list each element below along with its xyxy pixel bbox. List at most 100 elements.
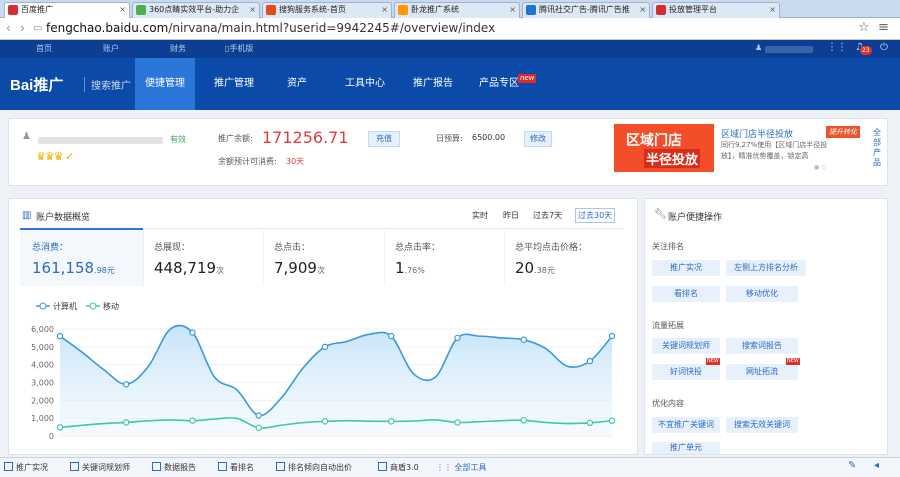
tag-promo-unit[interactable]: 推广单元 [652,442,720,454]
topnav-finance[interactable]: 财务 [170,43,186,54]
stat-tile-clicks[interactable]: 总点击： 7,909次 [263,230,384,286]
browser-tab[interactable]: 百度推广 × [4,2,130,18]
browser-tab[interactable]: 腾讯社交广告-腾讯广告推 × [522,2,650,18]
tab-favicon [526,5,536,15]
baidu-logo[interactable]: Bai推广 [10,74,63,95]
data-point-mobile[interactable] [123,419,130,426]
stat-number: 448,719 [154,259,217,277]
star-icon[interactable]: ☆ [858,20,870,35]
tool-live-view[interactable]: 推广实况 [4,462,48,473]
promo-title[interactable]: 区域门店半径投放 [721,127,793,140]
data-point-desktop[interactable] [520,336,527,343]
data-point-desktop[interactable] [255,412,262,419]
tag-mobile-optimize[interactable]: 移动优化 [726,286,798,302]
chart-legend[interactable]: 计算机 移动 [36,301,119,311]
data-point-desktop[interactable] [586,357,594,365]
tab-close-icon[interactable]: × [381,3,388,17]
tag-keyword-planner[interactable]: 关键词规划师 [652,338,720,354]
stat-value: 1.76% [395,259,425,277]
tool-keyword-planner[interactable]: 关键词规划师 [70,462,130,473]
browser-tab[interactable]: 搜狗服务系统-首页 × [262,2,392,18]
tag-url-expansion[interactable]: 网址拓流 [726,364,798,380]
data-point-mobile[interactable] [520,417,527,424]
all-products-link[interactable]: 全部产品 [873,128,883,168]
tool-view-ranking[interactable]: 看排名 [218,462,254,473]
stat-tile-impressions[interactable]: 总展现： 448,719次 [143,230,263,286]
data-point-mobile[interactable] [454,419,461,426]
data-point-desktop[interactable] [388,332,395,340]
data-point-mobile[interactable] [586,419,594,427]
url-field[interactable]: fengchao.baidu.com/nirvana/main.html?use… [46,21,495,35]
tool-data-report[interactable]: 数据报告 [152,462,196,473]
nav-convenient-manage[interactable]: 便捷管理 [135,58,195,110]
tab-close-icon[interactable]: × [639,3,646,17]
range-realtime[interactable]: 实时 [472,210,488,221]
browser-tab[interactable]: 卧龙推广系统 × [394,2,520,18]
nav-promotion-manage[interactable]: 推广管理 [204,58,264,110]
tag-live-view[interactable]: 推广实况 [652,260,720,276]
tool-all-tools[interactable]: ⋮⋮ 全部工具 [436,462,487,473]
nav-products[interactable]: 产品专区 [469,58,529,110]
range-30days[interactable]: 过去30天 [575,208,616,223]
apps-grid-icon[interactable]: ⋮⋮ [827,42,847,53]
tool-auto-bid[interactable]: 排名倾向自动出价 [276,462,352,473]
topnav-mobile[interactable]: ▯手机版 [225,43,253,54]
promo-desc-line2: 放】，精准优势覆盖，锁定高 [721,152,809,160]
menu-icon[interactable]: ≡ [878,20,889,35]
tool-shield[interactable]: 商盾3.0 [378,462,419,473]
data-point-desktop[interactable] [56,332,64,340]
tag-good-words[interactable]: 好词快投 [652,364,720,380]
data-point-mobile[interactable] [189,417,196,424]
tab-close-icon[interactable]: × [119,3,126,17]
edit-pencil-icon[interactable]: ✎ [848,460,856,471]
modify-budget-button[interactable]: 修改 [524,131,552,147]
stat-tile-avg-cpc[interactable]: 总平均点击价格： 20.38元 [504,230,624,286]
tag-view-ranking[interactable]: 看排名 [652,286,720,302]
data-point-mobile[interactable] [608,417,616,424]
tag-search-term-report[interactable]: 搜索词报告 [726,338,798,354]
data-point-desktop[interactable] [608,332,616,340]
stat-tile-cost[interactable]: 总消费： 161,158.98元 [20,230,143,286]
browser-tab[interactable]: 360点睛实效平台-助力企 × [132,2,260,18]
power-icon[interactable]: ⏻ [880,42,888,53]
logo-subtitle: 搜索推广 [84,77,131,92]
user-icon[interactable]: ♟ [755,43,762,52]
bottom-toolbar: 推广实况 关键词规划师 数据报告 看排名 排名倾向自动出价 商盾3.0 ⋮⋮ 全… [0,457,900,477]
browser-tab[interactable]: 投放管理平台 × [652,2,780,18]
data-point-mobile[interactable] [255,424,262,431]
tab-label: 百度推广 [21,5,53,14]
data-point-mobile[interactable] [321,418,329,425]
stat-unit: .98元 [94,266,115,275]
data-point-desktop[interactable] [454,334,461,342]
tag-unsuitable-keywords[interactable]: 不宜推广关键词 [652,417,720,433]
nav-tool-center[interactable]: 工具中心 [335,58,395,110]
topnav-home[interactable]: 首页 [36,43,52,54]
tag-invalid-keywords[interactable]: 搜索无效关键词 [726,417,798,433]
forward-icon[interactable]: › [20,21,25,35]
tool-label: 全部工具 [454,463,487,472]
new-badge-good-words: NEW [706,358,720,365]
topnav-account[interactable]: 账户 [103,43,119,54]
back-icon[interactable]: ‹ [6,21,11,35]
tab-close-icon[interactable]: × [509,3,516,17]
main-nav: Bai推广 搜索推广 便捷管理 推广管理 资产 工具中心 推广报告 产品专区 n… [0,58,900,110]
stat-tile-ctr[interactable]: 总点击率： 1.76% [384,230,504,286]
data-point-desktop[interactable] [321,343,329,351]
data-point-desktop[interactable] [123,381,130,388]
collapse-arrow-icon[interactable]: ◂ [874,460,879,471]
recharge-button[interactable]: 充值 [368,131,400,147]
nav-assets[interactable]: 资产 [277,58,317,110]
data-point-mobile[interactable] [56,424,64,431]
promo-banner[interactable]: 区域门店 半径投放 [614,124,714,172]
tag-left-top-rank[interactable]: 左侧上方排名分析 [726,260,806,276]
tab-close-icon[interactable]: × [769,3,776,17]
trend-chart[interactable]: 计算机 移动 6,000 5,000 4,000 3,000 2,000 1,000 0 [20,296,632,454]
data-point-desktop[interactable] [189,329,196,336]
data-point-mobile[interactable] [388,418,395,425]
range-7days[interactable]: 过去7天 [533,210,562,221]
tab-close-icon[interactable]: × [249,3,256,17]
nav-promo-report[interactable]: 推广报告 [403,58,463,110]
carousel-dots[interactable]: ● ○ [814,164,826,171]
promo-desc-line1: 同行9.27%使用【区域门店半径投 [721,141,828,149]
range-yesterday[interactable]: 昨日 [503,210,519,221]
